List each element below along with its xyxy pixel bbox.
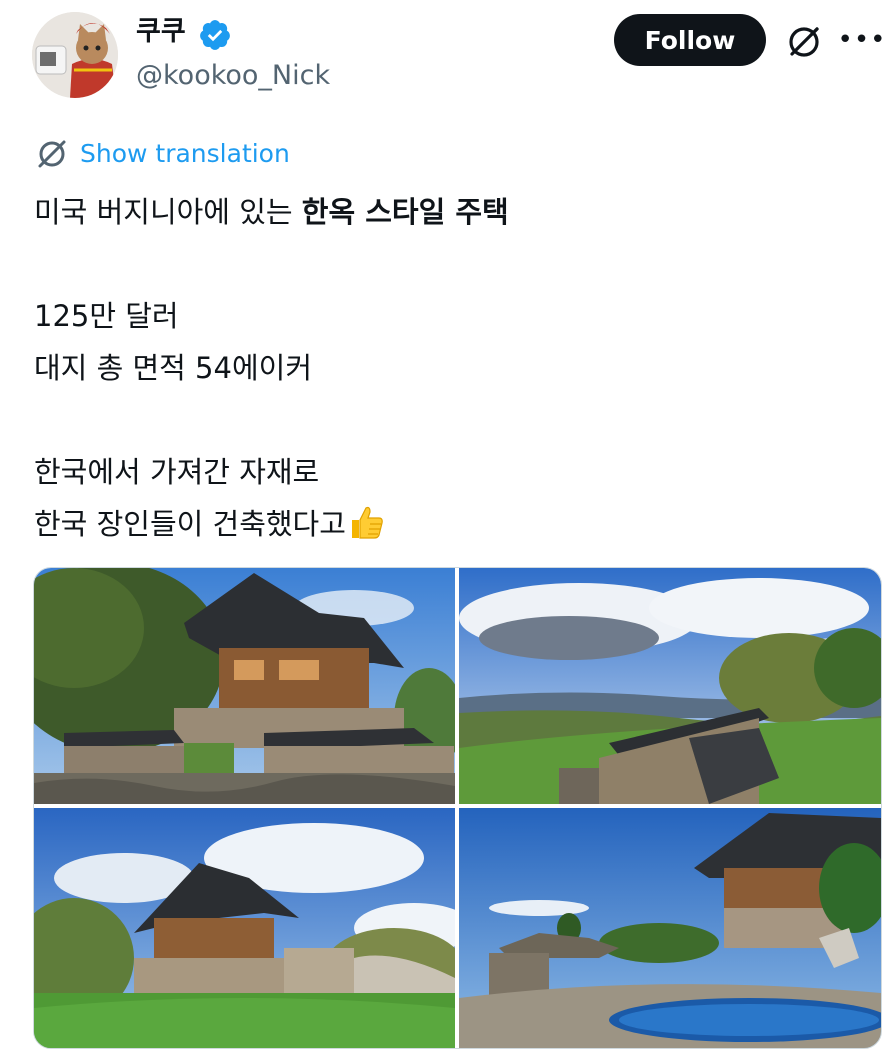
- handle[interactable]: @kookoo_Nick: [136, 58, 330, 94]
- photo-4[interactable]: [459, 808, 881, 1048]
- tweet-line-4: 한국에서 가져간 자재로: [34, 455, 320, 489]
- tweet-line-2: 125만 달러: [34, 299, 179, 333]
- tweet-text: 미국 버지니아에 있는 한옥 스타일 주택 125만 달러 대지 총 면적 54…: [34, 186, 509, 550]
- follow-button[interactable]: Follow: [614, 14, 766, 66]
- media-grid: [33, 567, 882, 1049]
- tweet-line-1: 미국 버지니아에 있는 한옥 스타일 주택: [34, 186, 509, 238]
- tweet-line-1-bold: 한옥 스타일 주택: [301, 195, 509, 229]
- more-options-icon[interactable]: •••: [838, 24, 886, 56]
- thumbs-up-emoji-icon: [351, 506, 383, 539]
- photo-2[interactable]: [459, 568, 881, 804]
- avatar[interactable]: [32, 12, 118, 98]
- photo-1[interactable]: [34, 568, 455, 804]
- verified-badge-icon: [200, 20, 230, 50]
- translate-icon: [38, 140, 66, 168]
- show-translation-label[interactable]: Show translation: [80, 136, 290, 172]
- tweet-line-5-text: 한국 장인들이 건축했다고: [34, 507, 346, 541]
- cat-avatar-icon: [32, 12, 118, 98]
- mountain-view-wall-photo-icon: [459, 568, 881, 804]
- grok-icon[interactable]: [784, 22, 824, 62]
- display-name[interactable]: 쿠쿠: [136, 14, 186, 50]
- show-translation-link[interactable]: Show translation: [34, 136, 290, 172]
- hanok-house-photo-icon: [34, 568, 455, 804]
- tweet-line-1-normal: 미국 버지니아에 있는: [34, 195, 302, 229]
- tweet-line-5: 한국 장인들이 건축했다고: [34, 498, 509, 550]
- tweet-line-3: 대지 총 면적 54에이커: [34, 351, 312, 385]
- photo-3[interactable]: [34, 808, 455, 1048]
- hanok-lawn-photo-icon: [34, 808, 455, 1048]
- hanok-pond-photo-icon: [459, 808, 881, 1048]
